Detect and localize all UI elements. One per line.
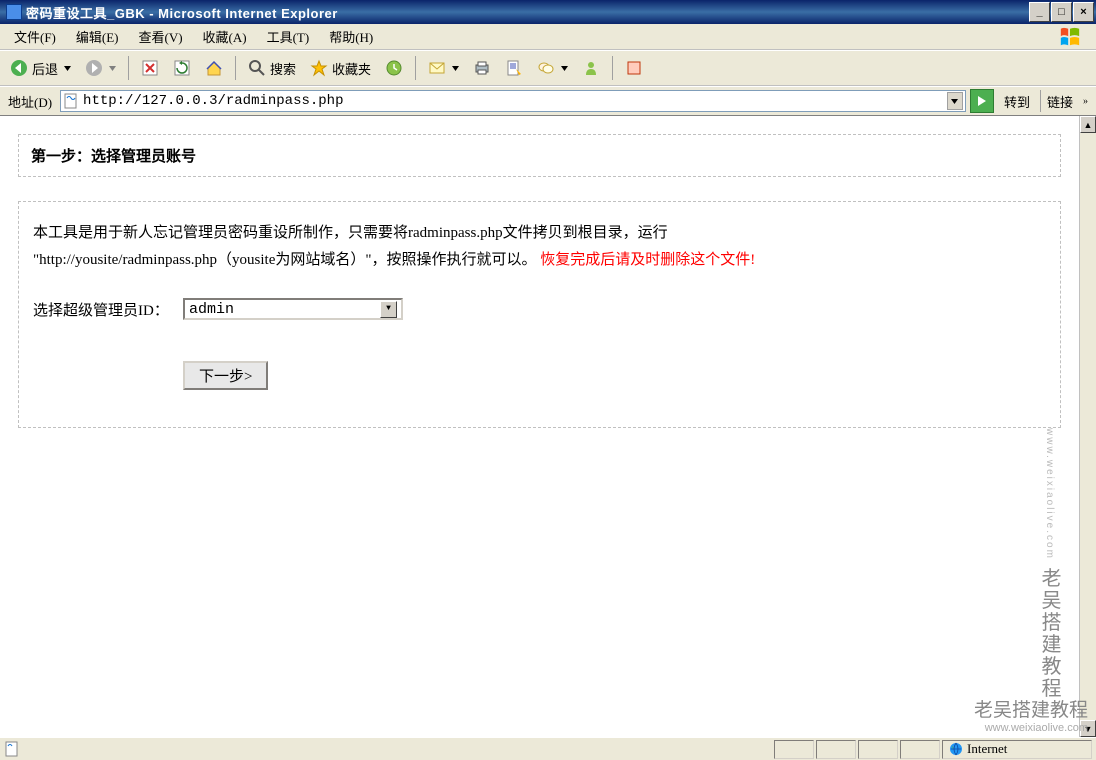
toolbar-separator <box>235 56 236 80</box>
menu-tools[interactable]: 工具(T) <box>257 23 320 50</box>
page-body: 第一步：选择管理员账号 本工具是用于新人忘记管理员密码重设所制作，只需要将rad… <box>0 116 1079 737</box>
content-box: 本工具是用于新人忘记管理员密码重设所制作，只需要将radminpass.php文… <box>18 201 1061 428</box>
status-zone-text: Internet <box>967 741 1007 757</box>
links-chevron-icon[interactable]: » <box>1083 96 1092 107</box>
desc-line1: 本工具是用于新人忘记管理员密码重设所制作，只需要将radminpass.php文… <box>33 225 668 241</box>
status-section <box>816 740 856 759</box>
admin-select-value: admin <box>189 296 380 323</box>
window-title: 密码重设工具_GBK - Microsoft Internet Explorer <box>26 3 338 22</box>
status-section <box>858 740 898 759</box>
search-button[interactable]: 搜索 <box>242 54 302 82</box>
minimize-button[interactable]: _ <box>1029 2 1050 22</box>
back-label: 后退 <box>32 59 58 78</box>
toolbar-separator <box>128 56 129 80</box>
windows-logo-icon <box>1048 24 1092 50</box>
next-button[interactable]: 下一步> <box>183 361 268 390</box>
toolbar: 后退 搜索 收藏夹 <box>0 50 1096 86</box>
statusbar: Internet <box>0 737 1096 760</box>
home-button[interactable] <box>199 54 229 82</box>
menu-help[interactable]: 帮助(H) <box>319 23 383 50</box>
menu-view[interactable]: 查看(V) <box>129 23 193 50</box>
watermark-bottom-text: 老吴搭建教程 <box>974 700 1088 721</box>
stop-button[interactable] <box>135 54 165 82</box>
scroll-up-button[interactable]: ▲ <box>1080 116 1096 133</box>
print-button[interactable] <box>467 54 497 82</box>
status-page-icon <box>4 741 20 757</box>
address-input[interactable]: http://127.0.0.3/radminpass.php <box>60 90 966 112</box>
addressbar: 地址(D) http://127.0.0.3/radminpass.php 转到… <box>0 86 1096 116</box>
back-button[interactable]: 后退 <box>4 54 77 82</box>
edit-button[interactable] <box>499 54 529 82</box>
favorites-label: 收藏夹 <box>332 59 371 78</box>
address-label: 地址(D) <box>4 92 56 111</box>
app-icon <box>6 4 22 20</box>
close-button[interactable]: × <box>1073 2 1094 22</box>
status-section <box>774 740 814 759</box>
window-titlebar: 密码重设工具_GBK - Microsoft Internet Explorer… <box>0 0 1096 24</box>
maximize-button[interactable]: □ <box>1051 2 1072 22</box>
forward-button[interactable] <box>79 54 122 82</box>
desc-warning: 恢复完成后请及时删除这个文件! <box>540 252 755 268</box>
favorites-button[interactable]: 收藏夹 <box>304 54 377 82</box>
step-title: 第一步：选择管理员账号 <box>18 134 1061 177</box>
watermark-bottom: 老吴搭建教程 www.weixiaolive.com <box>974 695 1088 734</box>
toolbar-separator <box>612 56 613 80</box>
address-dropdown-icon[interactable] <box>947 92 963 110</box>
admin-select-label: 选择超级管理员ID： <box>33 298 183 325</box>
search-label: 搜索 <box>270 59 296 78</box>
content-area: 第一步：选择管理员账号 本工具是用于新人忘记管理员密码重设所制作，只需要将rad… <box>0 116 1096 737</box>
address-url: http://127.0.0.3/radminpass.php <box>83 93 947 109</box>
scroll-track[interactable] <box>1080 133 1096 720</box>
watermark-vertical: www.weixiaolive.com 老吴搭建教程 <box>1035 428 1064 699</box>
messenger-button[interactable] <box>576 54 606 82</box>
admin-select[interactable]: admin ▼ <box>183 298 403 320</box>
status-section <box>900 740 940 759</box>
globe-icon <box>949 742 963 756</box>
vertical-scrollbar[interactable]: ▲ ▼ <box>1079 116 1096 737</box>
admin-select-row: 选择超级管理员ID： admin ▼ <box>33 298 1046 325</box>
description: 本工具是用于新人忘记管理员密码重设所制作，只需要将radminpass.php文… <box>33 220 1046 274</box>
status-zone: Internet <box>942 740 1092 759</box>
toolbar-separator <box>415 56 416 80</box>
desc-line2: "http://yousite/radminpass.php（yousite为网… <box>33 252 536 268</box>
discuss-button[interactable] <box>531 54 574 82</box>
menu-favorites[interactable]: 收藏(A) <box>193 23 257 50</box>
menubar: 文件(F) 编辑(E) 查看(V) 收藏(A) 工具(T) 帮助(H) <box>0 24 1096 50</box>
extra-button[interactable] <box>619 54 649 82</box>
menu-edit[interactable]: 编辑(E) <box>66 23 129 50</box>
refresh-button[interactable] <box>167 54 197 82</box>
go-label: 转到 <box>998 92 1036 111</box>
select-dropdown-icon[interactable]: ▼ <box>380 301 397 318</box>
watermark-vertical-text: 老吴搭建教程 <box>1038 567 1060 699</box>
history-button[interactable] <box>379 54 409 82</box>
links-label[interactable]: 链接 <box>1040 90 1079 112</box>
watermark-vertical-url: www.weixiaolive.com <box>1044 428 1055 560</box>
go-button[interactable] <box>970 89 994 113</box>
menu-file[interactable]: 文件(F) <box>4 23 66 50</box>
page-icon <box>63 93 79 109</box>
mail-button[interactable] <box>422 54 465 82</box>
watermark-bottom-url: www.weixiaolive.com <box>974 722 1088 734</box>
